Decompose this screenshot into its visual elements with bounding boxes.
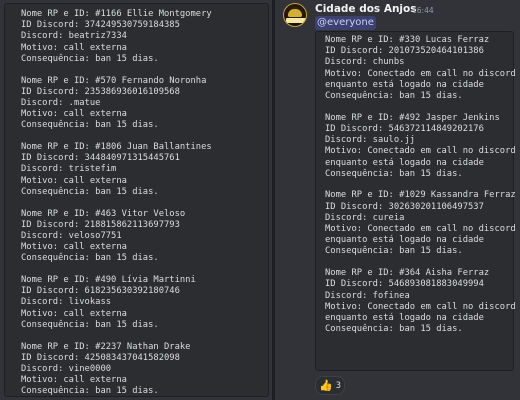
ban-entry-line: Discord: livokass [21,297,112,308]
ban-entry-line: Consequência: ban 15 dias. [325,168,463,179]
entry-spacer [325,258,516,269]
ban-entry-line: Nome RP e ID: #2237 Nathan Drake [21,341,191,352]
ban-entry-line: ID Discord: 302630201106497537 [325,201,484,212]
ban-entry-line: Motivo: call externa [21,242,127,253]
ban-entry-line: Nome RP e ID: #1029 Kassandra Ferraz [325,190,516,201]
message-timestamp[interactable]: 16:44 [412,6,434,15]
ban-entry-line: Motivo: Conectado em call no discord [325,68,516,79]
left-ban-list: Nome RP e ID: #1166 Ellie Montgomery ID D… [15,9,218,398]
ban-entry-line: Nome RP e ID: #1806 Juan Ballantines [21,142,212,153]
ban-entry-line: Nome RP e ID: #364 Aisha Ferraz [325,268,490,279]
ban-entry-line: Consequência: ban 15 dias. [21,386,159,397]
ban-entry: Nome RP e ID: #1806 Juan Ballantines ID D… [21,142,212,198]
ban-entry: Nome RP e ID: #492 Jasper Jenkins ID Disc… [325,113,516,180]
ban-entry-line: Discord: .matue [21,97,101,108]
left-message-pane: Nome RP e ID: #1166 Ellie Montgomery ID D… [0,0,272,400]
ban-entry-line: Consequência: ban 15 dias. [21,53,159,64]
avatar-crest-icon [288,9,302,17]
ban-entry: Nome RP e ID: #364 Aisha Ferraz ID Discor… [325,268,516,335]
ban-entry-line: ID Discord: 201073520464101386 [325,46,484,57]
entry-spacer [21,65,212,76]
right-message-pane: Cidade dos Anjos 16:44 @everyone Nome RP… [275,0,520,400]
ban-entry-line: Discord: beatriz7334 [21,31,127,42]
ban-entry-line: enquanto está logado na cidade [325,79,484,90]
ban-entry: Nome RP e ID: #1166 Ellie Montgomery ID D… [21,9,212,65]
reaction-thumbs-up[interactable]: 👍 3 [315,376,345,395]
ban-entry-line: Discord: saulo.jj [325,135,416,146]
ban-entry-line: Motivo: call externa [21,375,127,386]
thumbs-up-icon: 👍 [318,379,333,392]
ban-entry-line: ID Discord: 218815862113697793 [21,219,180,230]
ban-entry-line: enquanto está logado na cidade [325,312,484,323]
ban-entry: Nome RP e ID: #570 Fernando Noronha ID Di… [21,76,212,132]
ban-entry-line: Consequência: ban 15 dias. [21,120,159,131]
ban-entry-line: Discord: veloso7751 [21,230,122,241]
author-name[interactable]: Cidade dos Anjos [315,3,417,15]
ban-entry-line: Motivo: call externa [21,308,127,319]
ban-entry-line: Nome RP e ID: #490 Lívia Martinni [21,275,196,286]
ban-entry-line: Nome RP e ID: #570 Fernando Noronha [21,75,207,86]
ban-entry-line: Motivo: Conectado em call no discord [325,224,516,235]
ban-entry-line: Motivo: call externa [21,109,127,120]
ban-entry-line: Consequência: ban 15 dias. [21,186,159,197]
ban-entry-line: Discord: chunbs [325,57,405,68]
ban-entry-line: Consequência: ban 15 dias. [325,91,463,102]
ban-entry-line: ID Discord: 235386936016109568 [21,86,180,97]
entry-spacer [21,132,212,143]
ban-entry-line: Consequência: ban 15 dias. [21,319,159,330]
ban-entry-line: ID Discord: 546893081883049994 [325,279,484,290]
ban-entry-line: ID Discord: 374249530759184385 [21,20,180,31]
ban-entry: Nome RP e ID: #330 Lucas Ferraz ID Discor… [325,35,516,102]
ban-entry-line: Consequência: ban 15 dias. [325,246,463,257]
entry-spacer [325,180,516,191]
right-ban-list: Nome RP e ID: #330 Lucas Ferraz ID Discor… [319,35,520,335]
left-code-block[interactable]: Nome RP e ID: #1166 Ellie Montgomery ID D… [4,3,269,397]
ban-entry-line: ID Discord: 344840971315445761 [21,153,180,164]
ban-entry-line: Nome RP e ID: #463 Vitor Veloso [21,208,186,219]
reaction-count: 3 [335,380,342,391]
entry-spacer [21,331,212,342]
ban-entry: Nome RP e ID: #463 Vitor Veloso ID Discor… [21,209,212,265]
ban-entry-line: Motivo: Conectado em call no discord [325,146,516,157]
ban-entry: Nome RP e ID: #490 Lívia Martinni ID Disc… [21,275,212,331]
ban-entry-line: enquanto está logado na cidade [325,157,484,168]
ban-entry-line: Consequência: ban 15 dias. [21,253,159,264]
ban-entry-line: ID Discord: 425083437041582098 [21,352,180,363]
entry-spacer [325,102,516,113]
avatar-logo-text-icon [286,18,306,23]
ban-entry-line: Discord: tristefim [21,164,117,175]
ban-entry-line: Nome RP e ID: #330 Lucas Ferraz [325,35,490,45]
ban-entry-line: enquanto está logado na cidade [325,235,484,246]
ban-entry-line: Motivo: call externa [21,175,127,186]
everyone-mention[interactable]: @everyone [315,16,376,30]
entry-spacer [21,198,212,209]
ban-entry-line: Discord: cureia [325,212,405,223]
ban-entry: Nome RP e ID: #1029 Kassandra Ferraz ID D… [325,190,516,257]
ban-entry-line: Discord: vine0000 [21,363,112,374]
right-code-block[interactable]: Nome RP e ID: #330 Lucas Ferraz ID Discor… [315,31,516,371]
ban-entry-line: Consequência: ban 15 dias. [325,324,463,335]
author-avatar[interactable] [283,3,307,27]
ban-entry-line: ID Discord: 618235630392180746 [21,286,180,297]
ban-entry-line: Discord: fofinea [325,290,410,301]
ban-entry-line: Nome RP e ID: #1166 Ellie Montgomery [21,9,212,19]
ban-entry-line: Motivo: Conectado em call no discord [325,301,516,312]
ban-entry-line: Nome RP e ID: #492 Jasper Jenkins [325,112,500,123]
ban-entry-line: ID Discord: 546372114849202176 [325,123,484,134]
ban-entry-line: Motivo: call externa [21,42,127,53]
ban-entry: Nome RP e ID: #2237 Nathan Drake ID Disco… [21,342,212,398]
entry-spacer [21,265,212,276]
